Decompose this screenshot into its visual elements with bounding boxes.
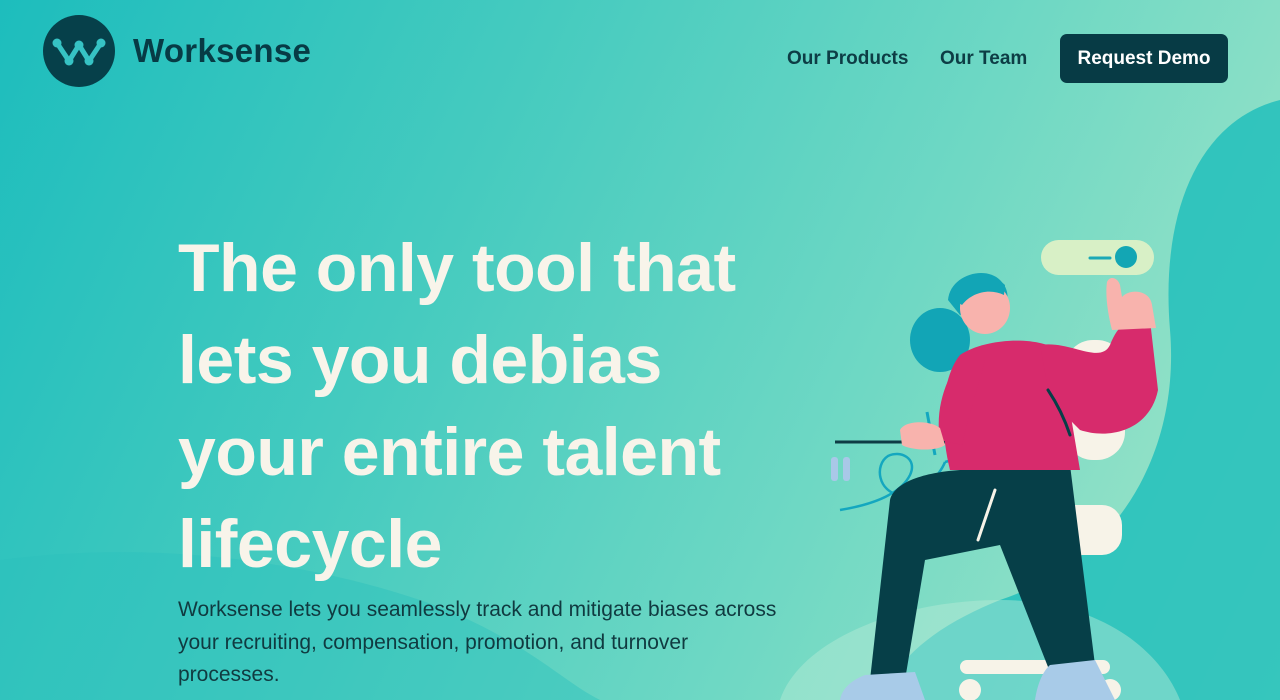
hero-subtitle: Worksense lets you seamlessly track and … (178, 598, 777, 686)
brand-name: Worksense (133, 32, 312, 69)
w-network-icon (43, 15, 115, 87)
nav-our-products[interactable]: Our Products (787, 48, 908, 70)
top-navbar: Worksense Our Products Our Team Request … (0, 0, 1280, 110)
hero-headline: The only tool that lets you debias your … (178, 230, 736, 582)
nav-our-team[interactable]: Our Team (940, 48, 1027, 70)
request-demo-button[interactable]: Request Demo (1060, 34, 1228, 83)
woman-toggle-illustration (831, 240, 1158, 700)
brand-logo[interactable]: Worksense (43, 15, 311, 87)
